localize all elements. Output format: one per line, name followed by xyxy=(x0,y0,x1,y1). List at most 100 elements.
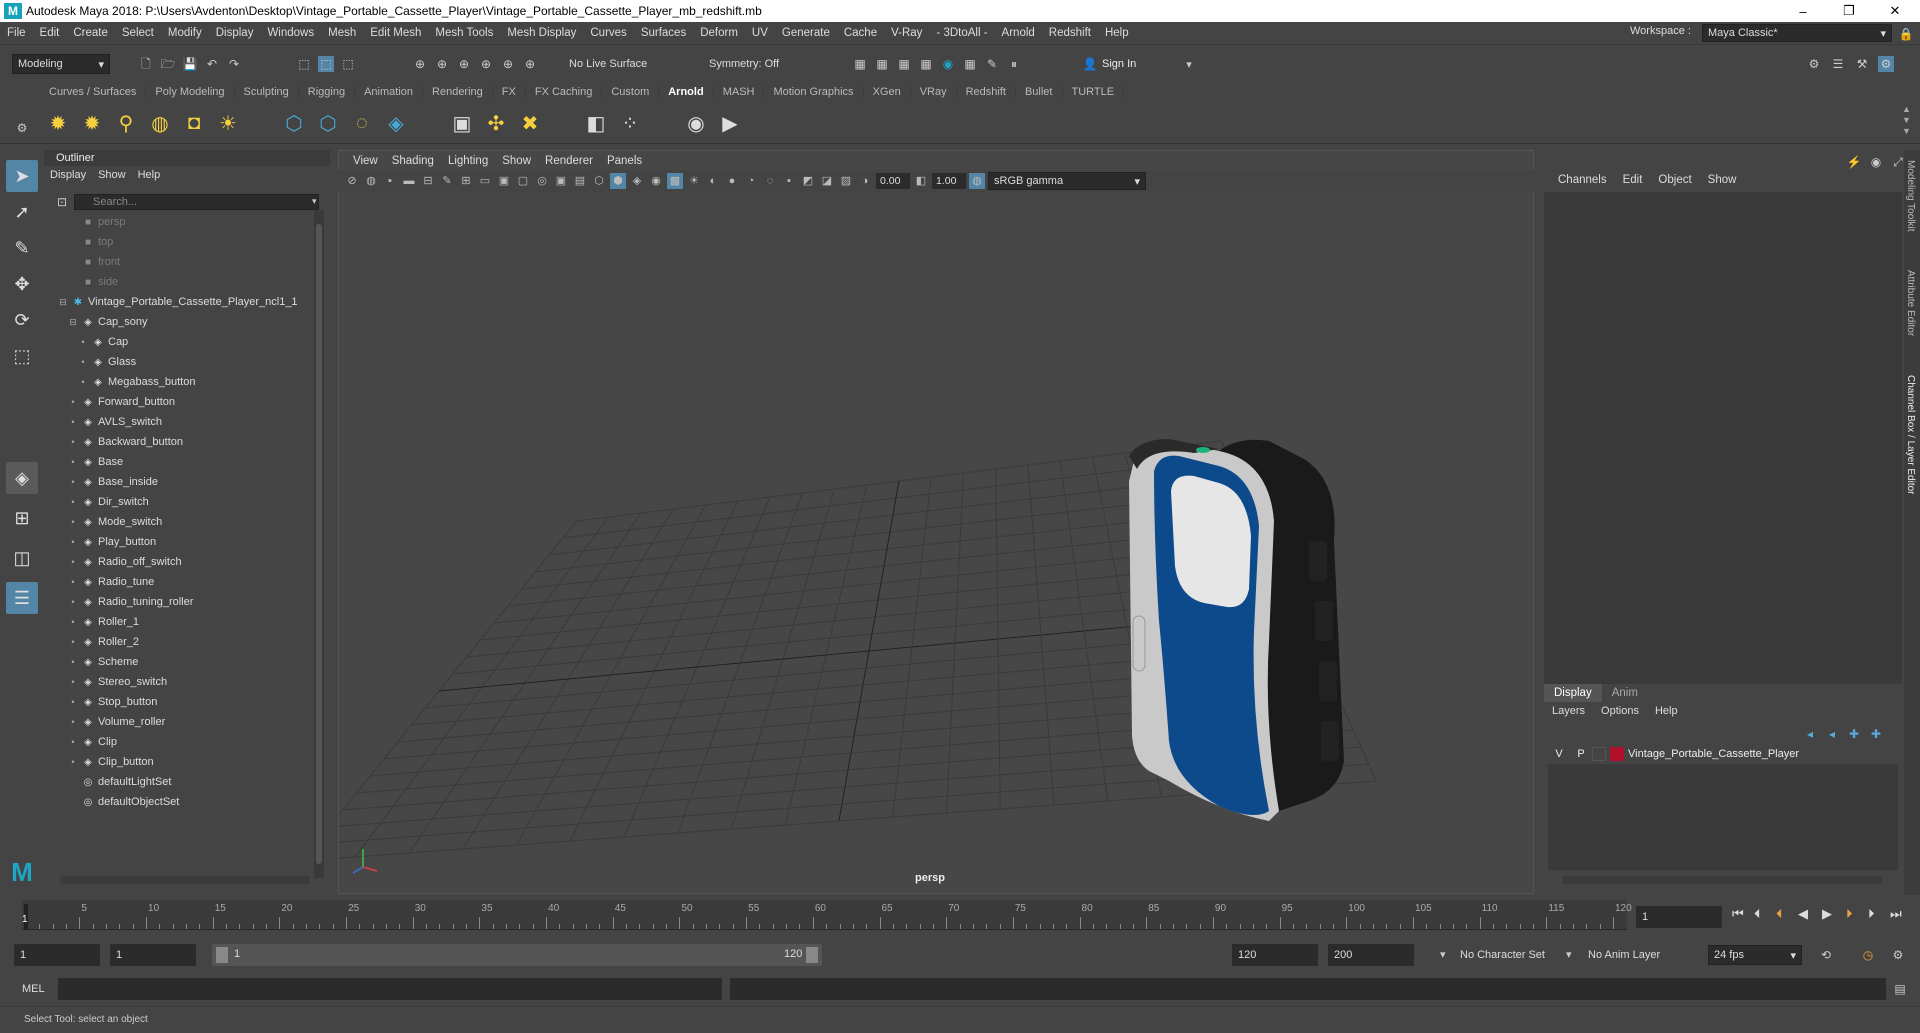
range-slider[interactable]: 1 120 xyxy=(212,944,822,966)
standin-icon[interactable]: ⬡ xyxy=(280,109,308,137)
sign-in-button[interactable]: 👤 Sign In ▾ xyxy=(1082,56,1192,72)
outliner-layout-icon[interactable]: ☰ xyxy=(6,582,38,614)
playblast-icon[interactable]: ✎ xyxy=(984,56,1000,72)
snap-point-icon[interactable]: ⊕ xyxy=(456,56,472,72)
current-frame-field[interactable]: 1 xyxy=(1636,906,1722,928)
outliner-filter-icon[interactable]: ⊡ xyxy=(54,194,70,210)
step-back-key-icon[interactable]: ⏴ xyxy=(1776,906,1783,922)
light-portal-icon[interactable]: ◘ xyxy=(180,109,208,137)
render-settings-icon[interactable]: ▦ xyxy=(918,56,934,72)
outliner-item[interactable]: • ◈ Megabass_button xyxy=(44,372,324,392)
exposure-field[interactable]: 0.00 xyxy=(876,173,910,189)
outliner-item[interactable]: ■ top xyxy=(44,232,324,252)
outliner-item[interactable]: • ◈ Dir_switch xyxy=(44,492,324,512)
two-view-icon[interactable]: ◫ xyxy=(6,542,38,574)
image-plane-icon[interactable]: ▬ xyxy=(401,173,417,189)
channel-menu-show[interactable]: Show xyxy=(1700,174,1745,186)
menu-arnold[interactable]: Arnold xyxy=(995,27,1042,39)
collapse-icon[interactable]: ⊟ xyxy=(68,317,78,327)
shelf-tab-rendering[interactable]: Rendering xyxy=(423,86,493,98)
layer-menu-layers[interactable]: Layers xyxy=(1544,705,1593,717)
menu-deform[interactable]: Deform xyxy=(693,27,745,39)
license-icon[interactable]: ✖ xyxy=(516,109,544,137)
single-view-icon[interactable]: ◈ xyxy=(6,462,38,494)
cassette-player-model[interactable] xyxy=(1129,439,1344,821)
render-play-icon[interactable]: ▶ xyxy=(716,109,744,137)
play-forward-icon[interactable]: ▶ xyxy=(1822,906,1832,922)
texture-icon[interactable]: ⁘ xyxy=(616,109,644,137)
loop-icon[interactable]: ⟲ xyxy=(1818,947,1834,963)
shelf-tab-custom[interactable]: Custom xyxy=(602,86,660,98)
new-scene-icon[interactable]: 🗋 xyxy=(138,56,154,72)
menu-surfaces[interactable]: Surfaces xyxy=(634,27,693,39)
move-tool-icon[interactable]: ✥ xyxy=(6,268,38,300)
skydome-light-icon[interactable]: ◍ xyxy=(146,109,174,137)
range-end-handle[interactable] xyxy=(806,947,818,963)
fps-dropdown[interactable]: 24 fps ▾ xyxy=(1708,945,1802,965)
material-icon[interactable]: ◧ xyxy=(582,109,610,137)
outliner-item[interactable]: • ◈ Cap xyxy=(44,332,324,352)
new-layer-icon[interactable]: ✚ xyxy=(1846,726,1862,742)
flush-caches-icon[interactable]: ✣ xyxy=(482,109,510,137)
menu-edit[interactable]: Edit xyxy=(33,27,67,39)
outliner-item[interactable]: • ◈ Base xyxy=(44,452,324,472)
outliner-item[interactable]: • ◈ Stop_button xyxy=(44,692,324,712)
rotate-tool-icon[interactable]: ⟳ xyxy=(6,304,38,336)
depth-of-field-icon[interactable]: ◌ xyxy=(762,173,778,189)
end-time-field[interactable]: 200 xyxy=(1328,944,1414,966)
xray-components-icon[interactable]: ▨ xyxy=(838,173,854,189)
tool-settings-icon[interactable]: ⚒ xyxy=(1854,56,1870,72)
textured-icon[interactable]: ◉ xyxy=(648,173,664,189)
layer-color-swatch[interactable] xyxy=(1610,747,1624,761)
gamma-icon[interactable]: ◧ xyxy=(913,173,929,189)
snap-curve-icon[interactable]: ⊕ xyxy=(434,56,450,72)
workspace-dropdown[interactable]: Maya Classic* ▾ xyxy=(1702,24,1892,42)
menu-windows[interactable]: Windows xyxy=(260,27,321,39)
shelf-scroll-arrows-icon[interactable]: ▲ ▼ ▼ xyxy=(1902,104,1911,137)
layer-tab-anim[interactable]: Anim xyxy=(1602,687,1648,699)
render-frame-icon[interactable]: ▦ xyxy=(874,56,890,72)
layer-visibility-toggle[interactable]: V xyxy=(1548,748,1570,760)
player-side-button[interactable] xyxy=(1309,541,1327,581)
isolate-select-icon[interactable]: ▪ xyxy=(781,173,797,189)
outliner-item[interactable]: ■ persp xyxy=(44,212,324,232)
open-scene-icon[interactable]: 🗁 xyxy=(160,56,176,72)
layer-menu-options[interactable]: Options xyxy=(1593,705,1647,717)
menu-modify[interactable]: Modify xyxy=(161,27,209,39)
player-side-button[interactable] xyxy=(1319,661,1337,701)
lock-icon[interactable]: 🔒 xyxy=(1898,26,1914,42)
graph-icon[interactable]: ⚡ xyxy=(1846,154,1862,170)
shelf-tab-sculpting[interactable]: Sculpting xyxy=(235,86,299,98)
outliner-item[interactable]: ■ side xyxy=(44,272,324,292)
menu-v-ray[interactable]: V-Ray xyxy=(884,27,929,39)
wireframe-icon[interactable]: ⬡ xyxy=(591,173,607,189)
shelf-tab-poly-modeling[interactable]: Poly Modeling xyxy=(146,86,235,98)
gate-mask-icon[interactable]: ▢ xyxy=(515,173,531,189)
gamma-field[interactable]: 1.00 xyxy=(932,173,966,189)
shelf-tab-fx-caching[interactable]: FX Caching xyxy=(526,86,603,98)
scale-tool-icon[interactable]: ⬚ xyxy=(6,340,38,372)
ambient-occlusion-icon[interactable]: ◐ xyxy=(705,173,721,189)
select-component-icon[interactable]: ⬚ xyxy=(340,56,356,72)
camera-attr-icon[interactable]: ◍ xyxy=(363,173,379,189)
outliner-item[interactable]: • ◈ Play_button xyxy=(44,532,324,552)
outliner-item[interactable]: • ◈ Radio_tuning_roller xyxy=(44,592,324,612)
move-layer-down-icon[interactable]: ◂ xyxy=(1824,726,1840,742)
player-side-button[interactable] xyxy=(1315,601,1333,641)
hypershade-icon[interactable]: ◉ xyxy=(940,56,956,72)
color-management-icon[interactable]: ◍ xyxy=(969,173,985,189)
xray-joints-icon[interactable]: ◪ xyxy=(819,173,835,189)
symmetry-field[interactable]: Symmetry: Off xyxy=(704,54,802,74)
anim-layer-field[interactable]: No Anim Layer xyxy=(1582,944,1682,966)
move-layer-up-icon[interactable]: ◂ xyxy=(1802,726,1818,742)
exposure-icon[interactable]: ◑ xyxy=(857,173,873,189)
outliner-item[interactable]: ⊟ ◈ Cap_sony xyxy=(44,312,324,332)
range-start-handle[interactable] xyxy=(216,947,228,963)
outliner-item[interactable]: • ◈ Volume_roller xyxy=(44,712,324,732)
area-light-icon[interactable]: ✹ xyxy=(44,109,72,137)
menu-mesh[interactable]: Mesh xyxy=(321,27,363,39)
pause-icon[interactable]: ⏸ xyxy=(1006,56,1022,72)
2d-pan-zoom-icon[interactable]: ⊟ xyxy=(420,173,436,189)
snap-surface-icon[interactable]: ⊕ xyxy=(500,56,516,72)
curve-collector-icon[interactable]: ◌ xyxy=(348,109,376,137)
